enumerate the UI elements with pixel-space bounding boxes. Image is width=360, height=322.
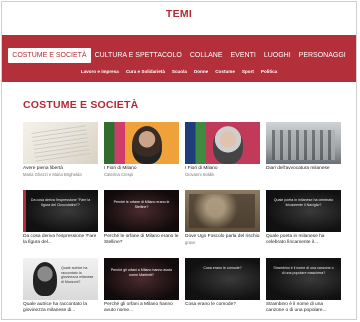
thumbnail-overlay-text: Strambino è il nome di una canzone o di …	[273, 266, 334, 275]
card-title[interactable]: Da cosa deriva l'espressione 'Fare la fi…	[23, 234, 98, 246]
card-thumbnail[interactable]	[266, 122, 341, 164]
section-title: COSTUME E SOCIETÀ	[23, 99, 139, 111]
content-card[interactable]: Da cosa deriva l'espressione "Fare la fi…	[23, 190, 98, 258]
nav-item-personaggi[interactable]: PERSONAGGI	[295, 48, 350, 63]
subnav-item-costume[interactable]: Costume	[215, 69, 235, 74]
content-card[interactable]: Perché gli orfani a Milano hanno avuto n…	[104, 258, 179, 319]
card-thumbnail[interactable]: Quale autrice ha raccontato la giovinezz…	[23, 258, 98, 300]
subnav-item-donne[interactable]: Donne	[194, 69, 208, 74]
nav-sub-bar: Lavoro e impresa Cura e Solidarietà Scuo…	[2, 66, 356, 76]
thumbnail-overlay-text: Quale autrice ha raccontato la giovinezz…	[61, 266, 94, 284]
card-subtitle: Caterina Crespi	[104, 172, 134, 177]
content-card[interactable]: Perché le orfane di Milano erano le Stel…	[104, 190, 179, 258]
accent-bar	[23, 190, 26, 232]
card-title[interactable]: Quale poeta in milanese ha celebrato lìn…	[266, 234, 341, 246]
card-thumbnail[interactable]: Perché le orfane di Milano erano le Stel…	[104, 190, 179, 232]
thumbnail-overlay-text: Perché le orfane di Milano erano le Stel…	[113, 200, 170, 209]
thumbnail-overlay-text: Da cosa deriva l'espressione "Fare la fi…	[30, 198, 91, 207]
content-card[interactable]: Quale poeta in milanese ha celebrato lir…	[266, 190, 341, 258]
card-thumbnail[interactable]	[23, 122, 98, 164]
subnav-item-sport[interactable]: Sport	[242, 69, 254, 74]
nav-main-bar: COSTUME E SOCIETÀ CULTURA E SPETTACOLO C…	[2, 47, 356, 63]
thumbnail-overlay-text: Cosa erano le comode?	[203, 266, 242, 270]
nav-item-luoghi[interactable]: LUOGHI	[260, 48, 295, 63]
page-frame: TEMI COSTUME E SOCIETÀ CULTURA E SPETTAC…	[1, 1, 357, 320]
site-title: TEMI	[165, 8, 193, 20]
content-card[interactable]: Avere piena libertà Maria Ghezzi e Maria…	[23, 122, 98, 190]
card-subtitle: Giovanni Soldin	[185, 172, 215, 177]
content-card[interactable]: Strambino è il nome di una canzone o di …	[266, 258, 341, 319]
card-title[interactable]: Strambino è il nome di una canzone o di …	[266, 302, 341, 314]
card-title[interactable]: Perché gli orfani a Milano hanno avuto n…	[104, 302, 179, 314]
content-card[interactable]: Quale autrice ha raccontato la giovinezz…	[23, 258, 98, 319]
card-subtitle: Maria Ghezzi e Maria Brighelda	[23, 172, 82, 177]
nav-item-costume-e-societa[interactable]: COSTUME E SOCIETÀ	[8, 47, 91, 63]
main-navigation: COSTUME E SOCIETÀ CULTURA E SPETTACOLO C…	[2, 35, 356, 82]
card-title[interactable]: Quale autrice ha raccontato la giovinezz…	[23, 302, 98, 314]
content-card[interactable]: Cosa erano le comode? Cosa erano le como…	[185, 258, 260, 319]
card-thumbnail[interactable]	[185, 122, 260, 164]
nav-item-cultura-e-spettacolo[interactable]: CULTURA E SPETTACOLO	[91, 48, 186, 63]
content-card[interactable]: I Fiori di Milano Giovanni Soldin	[185, 122, 260, 190]
card-title[interactable]: Perché le orfane di Milano erano le Stel…	[104, 234, 179, 246]
subnav-item-scuola[interactable]: Scuola	[172, 69, 187, 74]
card-thumbnail[interactable]	[104, 122, 179, 164]
subnav-item-politica[interactable]: Politica	[261, 69, 277, 74]
card-subtitle: grave	[185, 240, 196, 245]
card-title[interactable]: Cosa erano le comode?	[185, 302, 260, 308]
nav-item-collane[interactable]: COLLANE	[186, 48, 227, 63]
card-thumbnail[interactable]: Da cosa deriva l'espressione "Fare la fi…	[23, 190, 98, 232]
nav-item-eventi[interactable]: EVENTI	[227, 48, 260, 63]
thumbnail-overlay-text: Quale poeta in milanese ha celebrato lir…	[273, 198, 334, 207]
card-thumbnail[interactable]: Strambino è il nome di una canzone o di …	[266, 258, 341, 300]
content-card[interactable]: Dove Ugo Foscolo parla del rischio grave	[185, 190, 260, 258]
portrait-image	[132, 126, 162, 164]
card-thumbnail[interactable]: Cosa erano le comode?	[185, 258, 260, 300]
portrait-image	[213, 126, 243, 164]
content-grid: Avere piena libertà Maria Ghezzi e Maria…	[23, 122, 343, 319]
card-title[interactable]: Dove Ugo Foscolo parla del rischio	[185, 234, 260, 240]
card-thumbnail[interactable]: Perché gli orfani a Milano hanno avuto n…	[104, 258, 179, 300]
thumbnail-overlay-text: Perché gli orfani a Milano hanno avuto n…	[110, 268, 173, 277]
subnav-item-lavoro-e-impresa[interactable]: Lavoro e impresa	[81, 69, 119, 74]
card-thumbnail[interactable]: Quale poeta in milanese ha celebrato lir…	[266, 190, 341, 232]
card-thumbnail[interactable]	[185, 190, 260, 232]
content-card[interactable]: Diari dell'avvocatura milanese	[266, 122, 341, 190]
card-title[interactable]: Diari dell'avvocatura milanese	[266, 166, 341, 172]
subnav-item-cura-e-solidarieta[interactable]: Cura e Solidarietà	[126, 69, 165, 74]
content-card[interactable]: I Fiori di Milano Caterina Crespi	[104, 122, 179, 190]
